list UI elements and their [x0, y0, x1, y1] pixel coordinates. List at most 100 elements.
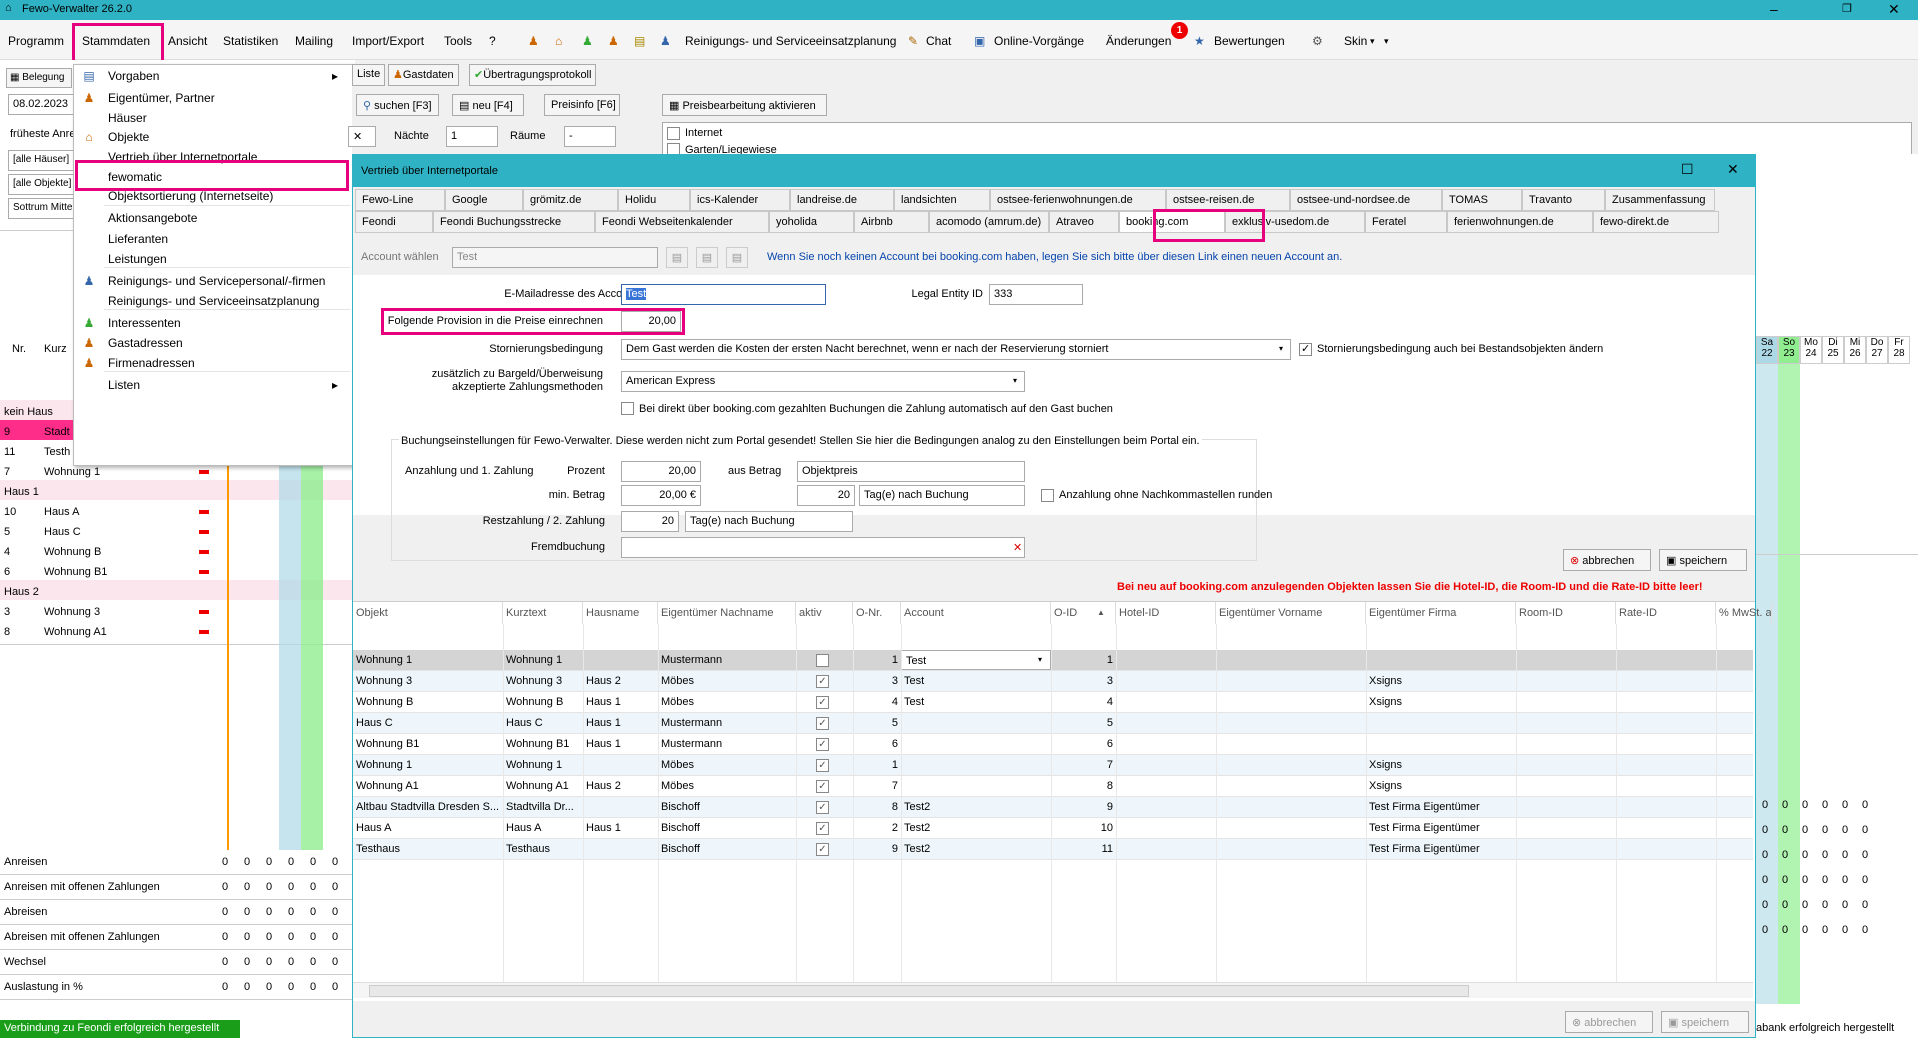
- speichern-bottom-button[interactable]: ▣ speichern: [1661, 1011, 1749, 1033]
- preisbearbeitung-button[interactable]: ▦ Preisbearbeitung aktivieren: [662, 94, 827, 116]
- table-row[interactable]: Haus A Haus A Haus 1 Bischoff ✓ 2 Test2 10 Test …: [353, 818, 1753, 839]
- aktiv-checkbox[interactable]: ✓: [816, 759, 829, 772]
- menu-online-vorgaenge[interactable]: Online-Vorgänge: [994, 34, 1084, 48]
- dropdown-item-9[interactable]: Leistungen: [108, 252, 167, 266]
- clear-icon[interactable]: ✕: [1013, 541, 1022, 554]
- col-header[interactable]: O-ID: [1051, 602, 1116, 624]
- tab-ostsee-ferienwohnungen-de[interactable]: ostsee-ferienwohnungen.de: [990, 189, 1166, 211]
- tage1-unit-select[interactable]: Tag(e) nach Buchung: [859, 485, 1025, 506]
- person-icon[interactable]: ♟: [582, 34, 593, 48]
- guest-icon[interactable]: ♟: [608, 34, 619, 48]
- dropdown-item-11[interactable]: Reinigungs- und Serviceeinsatzplanung: [108, 294, 319, 308]
- table-row[interactable]: Wohnung B1 Wohnung B1 Haus 1 Mustermann ✓ 6 6: [353, 734, 1753, 755]
- aus-betrag-select[interactable]: Objektpreis: [797, 461, 1025, 482]
- dropdown-item-6[interactable]: Objektsortierung (Internetseite): [108, 189, 273, 203]
- close-icon[interactable]: ✕: [1888, 1, 1900, 18]
- tab-atraveo[interactable]: Atraveo: [1049, 211, 1119, 233]
- table-row[interactable]: Testhaus Testhaus Bischoff ✓ 9 Test2 11 Test Fi…: [353, 839, 1753, 860]
- storno-select[interactable]: Dem Gast werden die Kosten der ersten Na…: [621, 339, 1291, 360]
- aktiv-checkbox[interactable]: ✓: [816, 822, 829, 835]
- fremd-select[interactable]: [621, 537, 1025, 558]
- menu-skin[interactable]: Skin: [1344, 34, 1367, 48]
- neu-button[interactable]: ▤ neu [F4]: [452, 94, 524, 116]
- dropdown-item-10[interactable]: Reinigungs- und Servicepersonal/-firmen: [108, 274, 325, 288]
- table-row[interactable]: Wohnung 1Wohnung 1Mustermann1Test1Test▾: [353, 650, 1753, 671]
- runden-checkbox[interactable]: [1041, 489, 1054, 502]
- naechte-input[interactable]: 1: [446, 126, 498, 147]
- table-row[interactable]: Wohnung A1 Wohnung A1 Haus 2 Möbes ✓ 7 8 Xsigns: [353, 776, 1753, 797]
- tab-ostsee-und-nordsee-de[interactable]: ostsee-und-nordsee.de: [1290, 189, 1442, 211]
- ort-select[interactable]: Sottrum Mitte: [8, 198, 74, 219]
- tab-gr-mitz-de[interactable]: grömitz.de: [523, 189, 618, 211]
- col-header[interactable]: Eigentümer Firma: [1366, 602, 1516, 624]
- tage2-unit-select[interactable]: Tag(e) nach Buchung: [685, 511, 853, 532]
- tab-yoholida[interactable]: yoholida: [769, 211, 854, 233]
- dropdown-item-1[interactable]: Eigentümer, Partner: [108, 91, 215, 105]
- tab-gastdaten[interactable]: ♟Gastdaten: [388, 64, 459, 86]
- suchen-button[interactable]: ⚲ suchen [F3]: [356, 94, 439, 116]
- table-row[interactable]: Wohnung 3 Wohnung 3 Haus 2 Möbes ✓ 3 Test 3 Xsig…: [353, 671, 1753, 692]
- tage2-stepper[interactable]: 20: [621, 511, 679, 532]
- menu-statistiken[interactable]: Statistiken: [223, 34, 278, 48]
- objekte-select[interactable]: [alle Objekte]: [8, 174, 74, 195]
- account-select[interactable]: Test: [452, 247, 658, 268]
- dropdown-item-15[interactable]: Listen: [108, 378, 140, 392]
- dropdown-item-3[interactable]: Objekte: [108, 130, 149, 144]
- house-icon[interactable]: ⌂: [555, 34, 562, 48]
- restore-icon[interactable]: ❐: [1842, 2, 1852, 15]
- tab-ostsee-reisen-de[interactable]: ostsee-reisen.de: [1166, 189, 1290, 211]
- col-header[interactable]: Rate-ID: [1616, 602, 1716, 624]
- scroll-thumb[interactable]: [369, 985, 1469, 997]
- col-header[interactable]: Account: [901, 602, 1051, 624]
- col-header[interactable]: O-Nr.: [853, 602, 901, 624]
- email-field[interactable]: Test: [621, 284, 826, 305]
- col-header[interactable]: Room-ID: [1516, 602, 1616, 624]
- dropdown-item-0[interactable]: Vorgaben: [108, 69, 159, 83]
- col-header[interactable]: Hausname: [583, 602, 658, 624]
- auto-payment-checkbox[interactable]: [621, 402, 634, 415]
- aktiv-checkbox[interactable]: ✓: [816, 801, 829, 814]
- close-icon[interactable]: ✕: [1727, 161, 1739, 178]
- account-cell-editor[interactable]: Test ▾: [901, 650, 1051, 670]
- clipboard-icon[interactable]: ▤: [634, 34, 645, 48]
- aktiv-checkbox[interactable]: ✓: [816, 717, 829, 730]
- storno-checkbox[interactable]: ✓: [1299, 343, 1312, 356]
- table-row[interactable]: Haus C Haus C Haus 1 Mustermann ✓ 5 5: [353, 713, 1753, 734]
- menu-reinigung[interactable]: Reinigungs- und Serviceeinsatzplanung: [685, 34, 896, 48]
- zahlung-select[interactable]: American Express: [621, 371, 1025, 392]
- tab-landsichten[interactable]: landsichten: [894, 189, 990, 211]
- tab-zusammenfassung[interactable]: Zusammenfassung: [1605, 189, 1715, 211]
- belegung-button[interactable]: ▦ Belegung: [6, 68, 72, 88]
- abbrechen-bottom-button[interactable]: ⊗ abbrechen: [1565, 1011, 1653, 1033]
- prozent-field[interactable]: 20,00: [621, 461, 701, 482]
- date-field[interactable]: 08.02.2023: [8, 94, 74, 115]
- tab-protokoll[interactable]: ✔Übertragungsprotokoll: [469, 64, 597, 86]
- chat-icon[interactable]: ✎: [908, 34, 918, 48]
- horizontal-scrollbar[interactable]: [353, 982, 1753, 998]
- tab-holidu[interactable]: Holidu: [618, 189, 690, 211]
- col-header[interactable]: Eigentümer Vorname: [1216, 602, 1366, 624]
- col-header[interactable]: Kurztext: [503, 602, 583, 624]
- account-delete-icon[interactable]: ▤: [726, 247, 748, 268]
- min-betrag-field[interactable]: 20,00 €: [621, 485, 701, 506]
- tab-fewo-direkt-de[interactable]: fewo-direkt.de: [1593, 211, 1719, 233]
- account-new-icon[interactable]: ▤: [696, 247, 718, 268]
- menu-chat[interactable]: Chat: [926, 34, 951, 48]
- tab-ferienwohnungen-de[interactable]: ferienwohnungen.de: [1447, 211, 1593, 233]
- col-header[interactable]: Hotel-ID: [1116, 602, 1216, 624]
- account-edit-icon[interactable]: ▤: [666, 247, 688, 268]
- aktiv-checkbox[interactable]: ✓: [816, 738, 829, 751]
- tab-landreise-de[interactable]: landreise.de: [790, 189, 894, 211]
- abbrechen-button[interactable]: ⊗ abbrechen: [1563, 549, 1651, 571]
- table-row[interactable]: Wohnung 1 Wohnung 1 Möbes ✓ 1 7 Xsigns: [353, 755, 1753, 776]
- maximize-icon[interactable]: ☐: [1681, 161, 1694, 178]
- haeuser-select[interactable]: [alle Häuser]: [8, 150, 74, 171]
- col-header[interactable]: aktiv: [796, 602, 853, 624]
- close-small-icon[interactable]: ✕: [348, 126, 376, 147]
- tab-airbnb[interactable]: Airbnb: [854, 211, 929, 233]
- owner-icon[interactable]: ♟: [528, 34, 539, 48]
- menu-bewertungen[interactable]: Bewertungen: [1214, 34, 1285, 48]
- tab-fewo-line[interactable]: Fewo-Line: [355, 189, 445, 211]
- tab-feondi-buchungsstrecke[interactable]: Feondi Buchungsstrecke: [433, 211, 595, 233]
- tab-feratel[interactable]: Feratel: [1365, 211, 1447, 233]
